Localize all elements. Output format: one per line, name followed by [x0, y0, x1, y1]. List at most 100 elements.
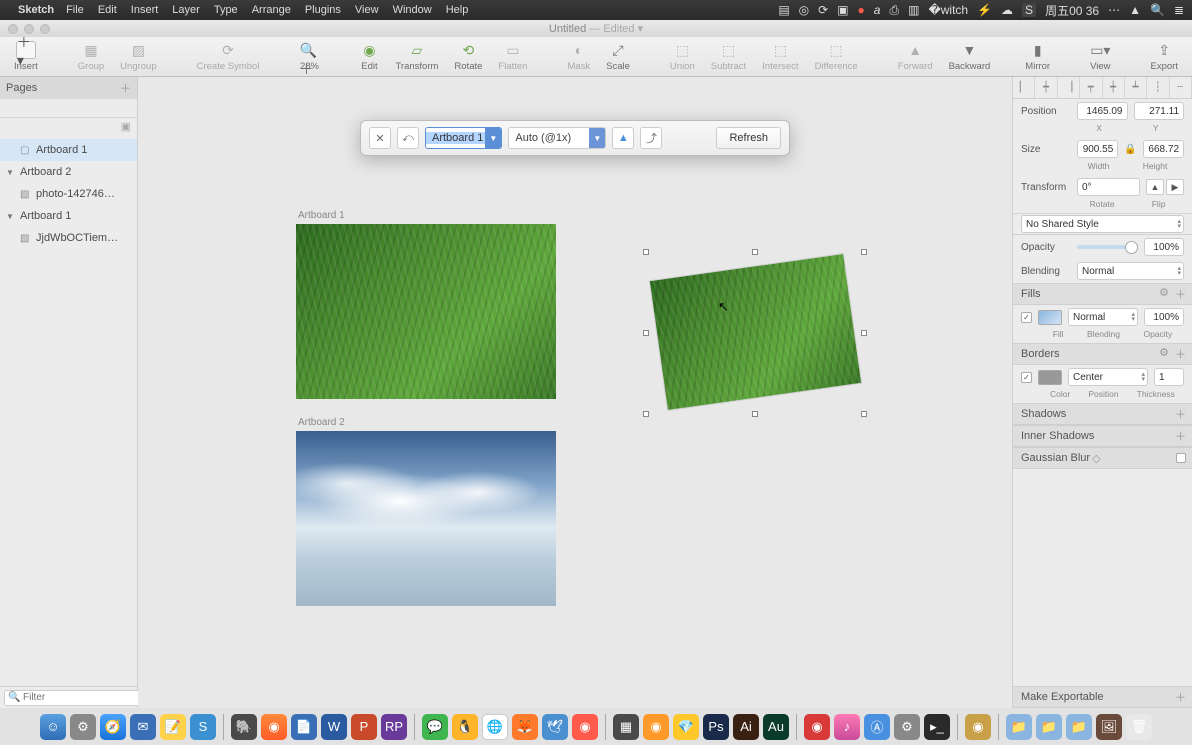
zoom-button[interactable] [40, 24, 50, 34]
layer-image[interactable]: ▧JjdWbOCTiem… [0, 227, 137, 249]
border-position-select[interactable]: Center▴▾ [1068, 368, 1148, 386]
fill-blend-select[interactable]: Normal▴▾ [1068, 308, 1138, 326]
edit-button[interactable]: ◉Edit [351, 41, 387, 72]
dock-app-icon[interactable]: ◉ [572, 714, 598, 740]
fill-enabled-checkbox[interactable]: ✓ [1021, 312, 1032, 323]
status-icon[interactable]: a [874, 3, 881, 17]
intersect-button[interactable]: ⬚Intersect [754, 41, 806, 72]
folder-icon[interactable]: 📁 [1006, 714, 1032, 740]
height-input[interactable]: 668.72 [1143, 140, 1184, 158]
artboard-2[interactable] [296, 431, 556, 606]
dock-app-icon[interactable]: ▦ [613, 714, 639, 740]
fill-opacity-input[interactable]: 100% [1144, 308, 1184, 326]
dock-app-icon[interactable]: RP [381, 714, 407, 740]
insert-button[interactable]: ＋▾Insert [6, 41, 46, 72]
flip-h-icon[interactable]: ▲ [1146, 179, 1164, 195]
make-exportable-header[interactable]: Make Exportable＋ [1013, 686, 1192, 708]
finder-icon[interactable]: ☺ [40, 714, 66, 740]
difference-button[interactable]: ⬚Difference [807, 41, 866, 72]
view-button[interactable]: ▭▾View [1082, 41, 1118, 72]
status-icon[interactable]: ⟳ [818, 3, 828, 17]
y-input[interactable]: 271.11 [1134, 102, 1185, 120]
settings-icon[interactable]: ⚙ [894, 714, 920, 740]
gear-icon[interactable]: ⚙ [1159, 346, 1169, 362]
create-symbol-button[interactable]: ⟳Create Symbol [189, 41, 268, 72]
firefox-icon[interactable]: 🦊 [512, 714, 538, 740]
backward-button[interactable]: ▼Backward [941, 41, 999, 72]
align-hcenter-icon[interactable]: ┿ [1035, 77, 1057, 98]
align-bottom-icon[interactable]: ┷ [1125, 77, 1147, 98]
opacity-slider[interactable] [1077, 245, 1138, 249]
opacity-input[interactable]: 100% [1144, 238, 1184, 256]
dock-app-icon[interactable]: ⚙ [70, 714, 96, 740]
word-icon[interactable]: W [321, 714, 347, 740]
folder-icon[interactable]: 📁 [1066, 714, 1092, 740]
align-right-icon[interactable]: ▕ [1058, 77, 1080, 98]
artboard-select[interactable]: Artboard 1▼ [425, 127, 502, 149]
dock-app-icon[interactable]: S [190, 714, 216, 740]
sketch-icon[interactable]: 💎 [673, 714, 699, 740]
add-border-icon[interactable]: ＋ [1175, 346, 1186, 362]
chrome-icon[interactable]: 🌐 [482, 714, 508, 740]
blend-mode-select[interactable]: Normal▴▾ [1077, 262, 1184, 280]
menu-icon[interactable]: ≣ [1174, 3, 1184, 17]
status-icon[interactable]: ▣ [837, 3, 848, 17]
distribute-v-icon[interactable]: ┄ [1170, 77, 1192, 98]
menu-help[interactable]: Help [446, 4, 469, 16]
artboard-1-label[interactable]: Artboard 1 [298, 210, 345, 221]
notes-icon[interactable]: 📝 [160, 714, 186, 740]
gear-icon[interactable]: ⚙ [1159, 286, 1169, 302]
rotate-input[interactable]: 0° [1077, 178, 1140, 196]
trash-icon[interactable]: 🗑 [1126, 714, 1152, 740]
shared-style-select[interactable]: No Shared Style▴▾ [1021, 215, 1184, 233]
flip-v-preview-icon[interactable]: ⤴ [640, 127, 662, 149]
status-icon[interactable]: ⎙ [889, 3, 899, 18]
status-icon[interactable]: S [1022, 3, 1036, 17]
menu-type[interactable]: Type [214, 4, 238, 16]
border-color-swatch[interactable] [1038, 370, 1062, 385]
menu-arrange[interactable]: Arrange [252, 4, 291, 16]
mail-icon[interactable]: ✉ [130, 714, 156, 740]
illustrator-icon[interactable]: Ai [733, 714, 759, 740]
rotate-button[interactable]: ⟲Rotate [446, 41, 490, 72]
flip-h-preview-icon[interactable]: ▲ [612, 127, 634, 149]
menu-file[interactable]: File [66, 4, 84, 16]
battery-icon[interactable]: ▥ [908, 3, 919, 17]
add-shadow-icon[interactable]: ＋ [1175, 406, 1186, 422]
appstore-icon[interactable]: Ⓐ [864, 714, 890, 740]
scale-button[interactable]: ⤢Scale [598, 41, 638, 72]
union-button[interactable]: ⬚Union [662, 41, 703, 72]
align-left-icon[interactable]: ▏ [1013, 77, 1035, 98]
export-button[interactable]: ⇪Export [1143, 41, 1186, 72]
status-icon[interactable]: ◎ [799, 3, 809, 17]
blur-checkbox[interactable] [1176, 453, 1186, 463]
terminal-icon[interactable]: ▸_ [924, 714, 950, 740]
layer-artboard-1[interactable]: ▼Artboard 1 [0, 205, 137, 227]
dock-app-icon[interactable]: 🕊 [542, 714, 568, 740]
transform-button[interactable]: ▱Transform [387, 41, 446, 72]
artboard-2-label[interactable]: Artboard 2 [298, 417, 345, 428]
powerpoint-icon[interactable]: P [351, 714, 377, 740]
minimize-button[interactable] [24, 24, 34, 34]
group-button[interactable]: ▦Group [70, 41, 112, 72]
audition-icon[interactable]: Au [763, 714, 789, 740]
ungroup-button[interactable]: ▨Ungroup [112, 41, 164, 72]
dock-app-icon[interactable]: 🖼 [1096, 714, 1122, 740]
spotlight-icon[interactable]: 🔍 [1150, 3, 1165, 17]
page-item[interactable] [0, 99, 137, 117]
close-button[interactable] [8, 24, 18, 34]
distribute-h-icon[interactable]: ┆ [1147, 77, 1169, 98]
fill-swatch[interactable] [1038, 310, 1062, 325]
x-input[interactable]: 1465.09 [1077, 102, 1128, 120]
itunes-icon[interactable]: ♪ [834, 714, 860, 740]
menu-insert[interactable]: Insert [131, 4, 159, 16]
status-icon[interactable]: ⋯ [1108, 3, 1120, 17]
flatten-button[interactable]: ▭Flatten [490, 41, 535, 72]
photoshop-icon[interactable]: Ps [703, 714, 729, 740]
menu-edit[interactable]: Edit [98, 4, 117, 16]
dock-app-icon[interactable]: 🐘 [231, 714, 257, 740]
clock-text[interactable]: 周五00 36 [1045, 2, 1099, 19]
record-icon[interactable]: ● [858, 3, 865, 17]
layer-artboard-2[interactable]: ▼Artboard 2 [0, 161, 137, 183]
layer-artboard-1-selected[interactable]: ▢Artboard 1 [0, 139, 137, 161]
